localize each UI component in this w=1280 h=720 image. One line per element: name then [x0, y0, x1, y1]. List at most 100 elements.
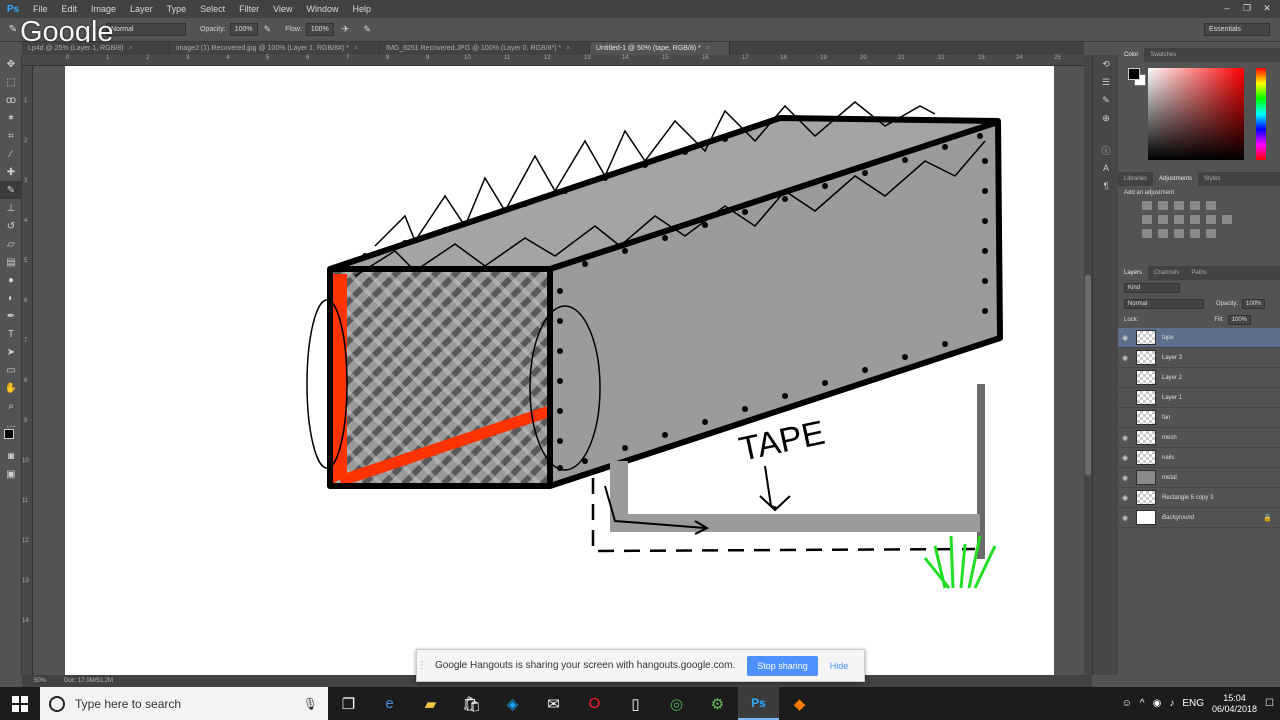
tab-layers[interactable]: Layers: [1118, 266, 1149, 280]
pen-tool-icon[interactable]: ✒: [0, 307, 22, 325]
menu-edit[interactable]: Edit: [55, 4, 85, 14]
layer-row[interactable]: ◉ metal: [1118, 468, 1280, 488]
drag-handle-icon[interactable]: ⋮: [417, 660, 427, 671]
marquee-tool-icon[interactable]: ⬚: [0, 73, 22, 91]
app-green-icon[interactable]: ⚙: [697, 687, 738, 720]
clone-stamp-tool-icon[interactable]: ⊥: [0, 199, 22, 217]
black-white-icon[interactable]: [1174, 215, 1184, 224]
notifications-icon[interactable]: ☐: [1265, 698, 1274, 709]
color-balance-icon[interactable]: [1158, 215, 1168, 224]
healing-brush-tool-icon[interactable]: ✚: [0, 163, 22, 181]
restore-button[interactable]: ❐: [1238, 1, 1256, 15]
gradient-map-icon[interactable]: [1190, 229, 1200, 238]
file-explorer-icon[interactable]: ▰: [410, 687, 451, 720]
photo-filter-icon[interactable]: [1190, 215, 1200, 224]
doc-tab[interactable]: IMG_6251 Recovered.JPG @ 100% (Layer 0, …: [380, 42, 590, 55]
opera-icon[interactable]: O: [574, 687, 615, 720]
clone-source-icon[interactable]: ⊕: [1093, 109, 1119, 127]
eraser-tool-icon[interactable]: ▱: [0, 235, 22, 253]
menu-image[interactable]: Image: [84, 4, 123, 14]
hue-saturation-icon[interactable]: [1142, 215, 1152, 224]
visibility-eye-icon[interactable]: ◉: [1118, 434, 1132, 442]
screen-mode-icon[interactable]: ▣: [0, 465, 22, 483]
path-selection-tool-icon[interactable]: ➤: [0, 343, 22, 361]
menu-filter[interactable]: Filter: [232, 4, 266, 14]
menu-type[interactable]: Type: [160, 4, 194, 14]
zoom-tool-icon[interactable]: ⌕: [0, 397, 22, 415]
minimize-button[interactable]: –: [1218, 1, 1236, 15]
invert-icon[interactable]: [1142, 229, 1152, 238]
info-panel-icon[interactable]: ⓘ: [1093, 141, 1119, 159]
tab-channels[interactable]: Channels: [1148, 266, 1185, 280]
show-hidden-icons[interactable]: ^: [1140, 698, 1145, 709]
avast-icon[interactable]: ◆: [779, 687, 820, 720]
move-tool-icon[interactable]: ✥: [0, 55, 22, 73]
pressure-opacity-icon[interactable]: ✎: [264, 24, 272, 35]
people-icon[interactable]: ☺: [1122, 698, 1132, 709]
doc-tab[interactable]: image2 (1) Recovered.jpg @ 100% (Layer 1…: [170, 42, 380, 55]
color-field[interactable]: [1148, 68, 1244, 160]
tab-color[interactable]: Color: [1118, 48, 1145, 62]
language-indicator[interactable]: ENG: [1182, 698, 1204, 709]
close-icon[interactable]: ×: [128, 45, 132, 52]
history-brush-tool-icon[interactable]: ↺: [0, 217, 22, 235]
pressure-size-icon[interactable]: ✎: [363, 24, 371, 35]
workspace-select[interactable]: Essentials: [1204, 23, 1270, 36]
channel-mixer-icon[interactable]: [1206, 215, 1216, 224]
eyedropper-tool-icon[interactable]: ⁄: [0, 145, 22, 163]
paragraph-panel-icon[interactable]: ¶: [1093, 177, 1119, 195]
close-icon[interactable]: ×: [706, 45, 710, 52]
canvas-area[interactable]: TAPE: [33, 66, 1084, 675]
scrollbar-thumb[interactable]: [1085, 275, 1091, 475]
dodge-tool-icon[interactable]: ◐: [0, 289, 22, 307]
network-icon[interactable]: ◉: [1153, 698, 1162, 709]
fill-field[interactable]: 100%: [1227, 315, 1252, 325]
flow-field[interactable]: 100%: [305, 23, 334, 36]
close-icon[interactable]: ×: [354, 45, 358, 52]
layer-row[interactable]: ◉ Layer 3: [1118, 348, 1280, 368]
properties-panel-icon[interactable]: ☰: [1093, 73, 1119, 91]
layer-opacity-field[interactable]: 100%: [1242, 299, 1266, 309]
layer-row[interactable]: ◉ tape: [1118, 328, 1280, 348]
photoshop-taskbar-icon[interactable]: Ps: [738, 687, 779, 720]
close-button[interactable]: ✕: [1258, 1, 1276, 15]
menu-window[interactable]: Window: [299, 4, 345, 14]
volume-icon[interactable]: ♪: [1169, 698, 1174, 709]
chrome-icon[interactable]: ◎: [656, 687, 697, 720]
foreground-color-swatch[interactable]: [1128, 68, 1140, 80]
brush-panel-icon[interactable]: ✎: [1093, 91, 1119, 109]
hand-tool-icon[interactable]: ✋: [0, 379, 22, 397]
task-view-icon[interactable]: ❐: [328, 687, 369, 720]
hide-button[interactable]: Hide: [830, 661, 849, 671]
tab-libraries[interactable]: Libraries: [1118, 172, 1153, 186]
history-panel-icon[interactable]: ⟲: [1093, 55, 1119, 73]
close-icon[interactable]: ×: [566, 45, 570, 52]
document-icon[interactable]: ▯: [615, 687, 656, 720]
menu-view[interactable]: View: [266, 4, 299, 14]
menu-help[interactable]: Help: [345, 4, 378, 14]
start-button[interactable]: [0, 687, 40, 720]
doc-tab[interactable]: Lp4d @ 25% (Layer 1, RGB/8) ×: [22, 42, 170, 55]
brush-tool-icon[interactable]: ✎: [0, 181, 22, 199]
gradient-tool-icon[interactable]: ▤: [0, 253, 22, 271]
menu-select[interactable]: Select: [193, 4, 232, 14]
brightness-icon[interactable]: [1142, 201, 1152, 210]
layer-row[interactable]: ◉ Rectangle 5 copy 3: [1118, 488, 1280, 508]
levels-icon[interactable]: [1158, 201, 1168, 210]
visibility-eye-icon[interactable]: ◉: [1118, 454, 1132, 462]
taskbar-search[interactable]: Type here to search 🎙: [40, 687, 328, 720]
layer-row[interactable]: ◉ mesh: [1118, 428, 1280, 448]
opacity-field[interactable]: 100%: [229, 23, 258, 36]
store-icon[interactable]: 🛍: [451, 687, 492, 720]
visibility-eye-icon[interactable]: ◉: [1118, 474, 1132, 482]
tab-swatches[interactable]: Swatches: [1144, 48, 1182, 62]
document-canvas[interactable]: TAPE: [65, 66, 1054, 675]
exposure-icon[interactable]: [1190, 201, 1200, 210]
app-icon[interactable]: ◈: [492, 687, 533, 720]
blend-mode-select[interactable]: Normal: [1124, 299, 1204, 309]
tab-paths[interactable]: Paths: [1185, 266, 1212, 280]
threshold-icon[interactable]: [1174, 229, 1184, 238]
edge-icon[interactable]: e: [369, 687, 410, 720]
character-panel-icon[interactable]: A: [1093, 159, 1119, 177]
tab-styles[interactable]: Styles: [1198, 172, 1226, 186]
